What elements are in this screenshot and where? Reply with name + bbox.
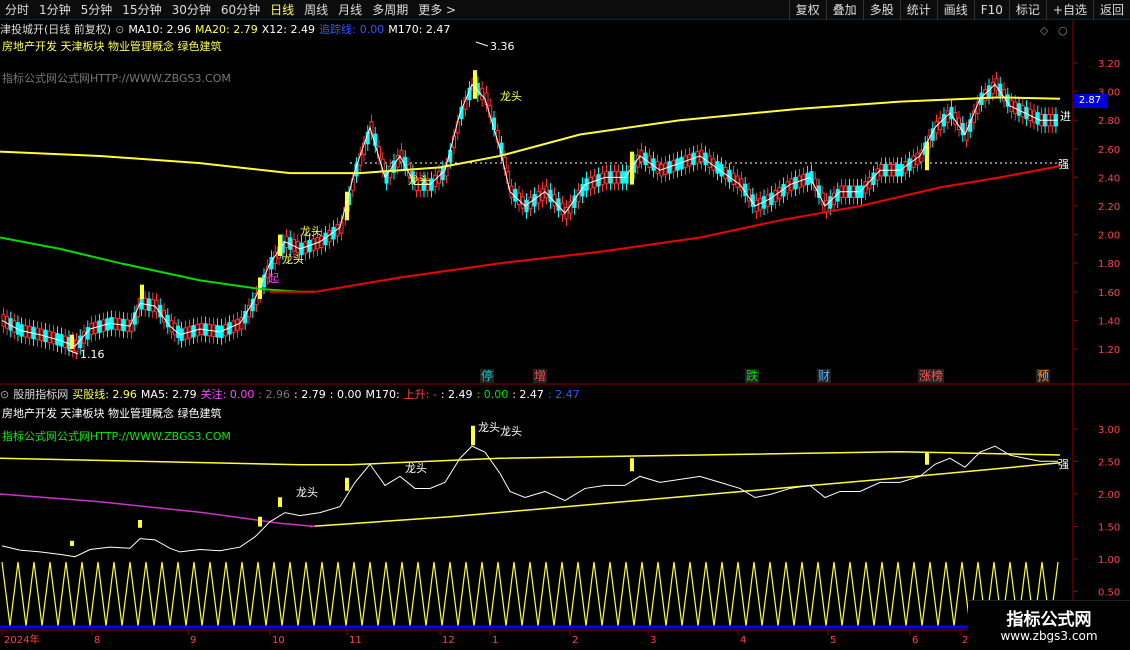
longtou-label: 龙头: [296, 486, 318, 499]
date-label: 10: [272, 635, 285, 646]
price-tick-label: 1.40: [1098, 316, 1120, 327]
signal-label-5: 预: [1036, 369, 1051, 383]
price-tick-label: 2.00: [1098, 231, 1120, 242]
price-tick-label: 1.20: [1098, 345, 1120, 356]
price-tick-label: 3.20: [1098, 59, 1120, 70]
price-tick-label: 2.60: [1098, 145, 1120, 156]
date-label: 8: [94, 635, 100, 646]
signal-label-3: 财: [817, 369, 832, 383]
date-label: 9: [190, 635, 196, 646]
jin-label: 进: [1060, 110, 1071, 123]
indicator-ticks: 3.00 2.50 2.00 1.50 1.00 0.50: [1073, 425, 1120, 599]
site-logo: 指标公式网 www.zbgs3.com: [968, 600, 1130, 650]
indicator-tick-label: 0.50: [1098, 588, 1120, 599]
indicator-bar: [345, 477, 349, 491]
diamond-icon[interactable]: ◇: [1040, 24, 1049, 37]
current-price-tag: 2.87: [1073, 94, 1107, 108]
indicator-bar: [138, 520, 142, 528]
longtou-label: 龙头: [500, 90, 522, 103]
indicator-magenta: [0, 493, 316, 528]
signal-bar: [70, 334, 74, 349]
indicator-yellow-a: [0, 450, 1061, 466]
kline-chart[interactable]: 3.20 3.00 2.80 2.60 2.40 2.20 2.00 1.80 1.60 1.40…: [0, 0, 1130, 650]
signal-label-4: 涨榜: [918, 369, 945, 383]
indicator-bar: [70, 540, 74, 546]
signal-label-1: 增: [533, 369, 548, 383]
panel-control-icon[interactable]: ○: [1058, 24, 1068, 37]
longtou-label: 龙头: [478, 421, 500, 434]
qi-label: 起: [268, 272, 279, 285]
logo-main-text: 指标公式网: [1006, 610, 1092, 630]
date-label: 12: [442, 635, 455, 646]
date-label: 11: [349, 635, 362, 646]
price-tick-label: 2.40: [1098, 173, 1120, 184]
price-tick-label: 2.80: [1098, 116, 1120, 127]
indicator-tick-label: 2.00: [1098, 490, 1120, 501]
indicator-bar: [278, 497, 282, 507]
date-label: 3: [650, 635, 656, 646]
date-label: 5: [830, 635, 836, 646]
indicator-tick-label: 1.50: [1098, 523, 1120, 534]
date-label: 1: [492, 635, 498, 646]
price-tick-label: 2.20: [1098, 202, 1120, 213]
indicator-white: [1, 445, 1058, 558]
date-label: 4: [740, 635, 746, 646]
qiang-label: 强: [1058, 458, 1069, 471]
indicator-bar: [258, 516, 262, 527]
indicator-tick-label: 2.50: [1098, 458, 1120, 469]
indicator-bar: [630, 458, 634, 472]
longtou-label: 龙头: [300, 225, 322, 238]
signal-bar: [473, 70, 477, 99]
low-label: 1.16: [80, 348, 105, 361]
longtou-label: 龙头: [408, 174, 430, 187]
signal-label-0: 停: [480, 369, 495, 383]
date-axis: 2024年8910111212345620: [1, 630, 975, 646]
price-tick-label: 1.60: [1098, 288, 1120, 299]
date-label: 6: [912, 635, 918, 646]
indicator-bar: [471, 425, 475, 446]
date-label: 2024年: [4, 633, 39, 646]
high-pointer: [475, 41, 489, 47]
high-label: 3.36: [490, 40, 515, 53]
longtou-label: 龙头: [282, 253, 304, 266]
signal-label-2: 跌: [745, 369, 760, 383]
ma-red-line: [270, 164, 1061, 293]
candlesticks: [1, 70, 1058, 360]
signal-bar: [140, 284, 144, 299]
longtou-label: 龙头: [405, 462, 427, 475]
indicator-tick-label: 1.00: [1098, 555, 1120, 566]
oscillator-line: [1, 561, 1059, 627]
logo-sub-text: www.zbgs3.com: [1000, 629, 1098, 643]
longtou-label: 龙头: [500, 425, 522, 438]
qiang-label: 强: [1058, 158, 1069, 171]
indicator-bar: [925, 451, 929, 465]
indicator-tick-label: 3.00: [1098, 425, 1120, 436]
price-tick-label: 1.80: [1098, 259, 1120, 270]
date-label: 2: [572, 635, 578, 646]
